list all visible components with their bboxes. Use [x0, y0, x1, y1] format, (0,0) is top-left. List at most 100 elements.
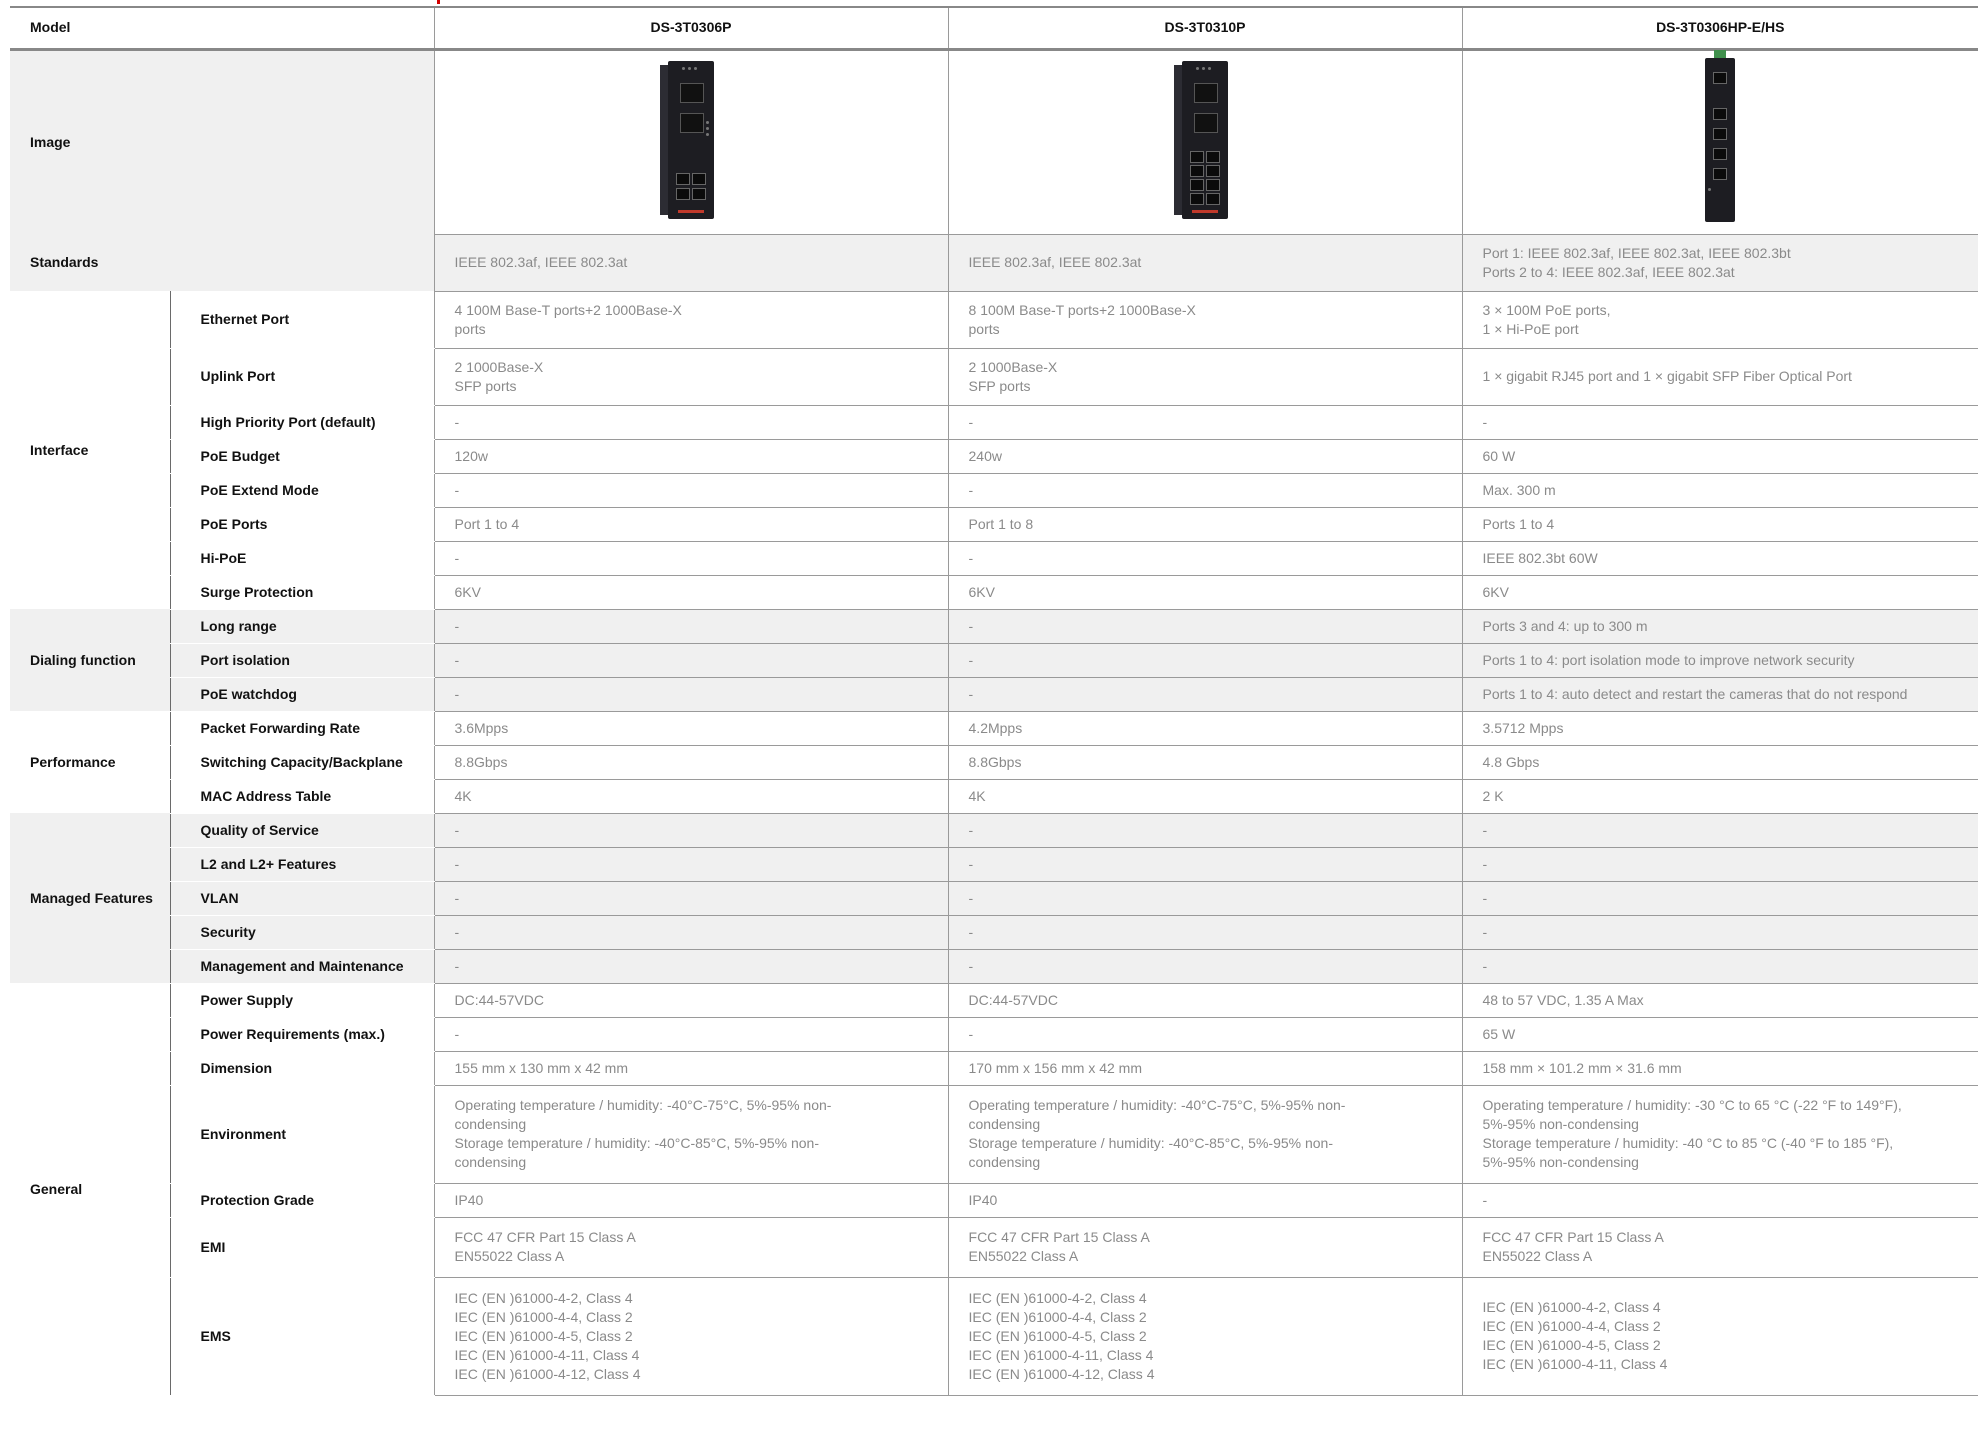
protection-grade-label: Protection Grade [169, 1183, 435, 1218]
port-isolation-value-1: - [433, 643, 949, 678]
poe-extend-mode-value-1: - [433, 473, 949, 508]
row-poe-ports: PoE Ports Port 1 to 4 Port 1 to 8 Ports … [10, 507, 1979, 542]
row-packet-forwarding: Performance Packet Forwarding Rate 3.6Mp… [10, 711, 1979, 813]
qos-value-2: - [947, 813, 1463, 848]
security-value-3: - [1461, 915, 1979, 950]
environment-value-1: Operating temperature / humidity: -40°C-… [433, 1085, 949, 1184]
row-ethernet-port: Interface Ethernet Port 4 100M Base-T po… [10, 291, 1979, 609]
hi-poe-value-1: - [433, 541, 949, 576]
dimension-value-1: 155 mm x 130 mm x 42 mm [433, 1051, 949, 1086]
mgmt-value-2: - [947, 949, 1463, 984]
switching-capacity-label: Switching Capacity/Backplane [169, 745, 435, 780]
environment-value-3: Operating temperature / humidity: -30 °C… [1461, 1085, 1979, 1184]
port-isolation-value-3: Ports 1 to 4: port isolation mode to imp… [1461, 643, 1979, 678]
product-image-2 [947, 49, 1463, 235]
performance-group-label: Performance [10, 711, 170, 813]
hi-poe-label: Hi-PoE [169, 541, 435, 576]
row-poe-budget: PoE Budget 120w 240w 60 W [10, 439, 1979, 474]
uplink-port-label: Uplink Port [169, 348, 435, 406]
switching-capacity-value-2: 8.8Gbps [947, 745, 1463, 780]
switching-capacity-value-1: 8.8Gbps [433, 745, 949, 780]
packet-forwarding-value-1: 3.6Mpps [433, 711, 949, 746]
row-ems: EMS IEC (EN )61000-4-2, Class 4 IEC (EN … [10, 1277, 1979, 1396]
qos-value-1: - [433, 813, 949, 848]
high-priority-port-value-1: - [433, 405, 949, 440]
qos-value-3: - [1461, 813, 1979, 848]
high-priority-port-value-2: - [947, 405, 1463, 440]
mgmt-label: Management and Maintenance [169, 949, 435, 984]
row-qos: Managed Features Quality of Service - - … [10, 813, 1979, 983]
hi-poe-value-3: IEEE 802.3bt 60W [1461, 541, 1979, 576]
power-supply-value-3: 48 to 57 VDC, 1.35 A Max [1461, 983, 1979, 1018]
environment-label: Environment [169, 1085, 435, 1184]
vlan-value-2: - [947, 881, 1463, 916]
switching-capacity-value-3: 4.8 Gbps [1461, 745, 1979, 780]
port-isolation-label: Port isolation [169, 643, 435, 678]
packet-forwarding-label: Packet Forwarding Rate [169, 711, 435, 746]
surge-protection-value-1: 6KV [433, 575, 949, 610]
security-label: Security [169, 915, 435, 950]
vlan-label: VLAN [169, 881, 435, 916]
poe-watchdog-label: PoE watchdog [169, 677, 435, 712]
poe-extend-mode-value-3: Max. 300 m [1461, 473, 1979, 508]
model-name-3: DS-3T0306HP-E/HS [1461, 6, 1979, 51]
spec-comparison-table: Model DS-3T0306P DS-3T0310P DS-3T0306HP-… [10, 6, 1979, 1396]
power-req-value-3: 65 W [1461, 1017, 1979, 1052]
row-environment: Environment Operating temperature / humi… [10, 1085, 1979, 1184]
poe-budget-value-3: 60 W [1461, 439, 1979, 474]
image-row: Image [10, 49, 1979, 235]
row-poe-watchdog: PoE watchdog - - Ports 1 to 4: auto dete… [10, 677, 1979, 712]
power-req-value-2: - [947, 1017, 1463, 1052]
interface-group-label: Interface [10, 291, 170, 609]
standards-value-1: IEEE 802.3af, IEEE 802.3at [433, 234, 949, 292]
ems-value-3: IEC (EN )61000-4-2, Class 4 IEC (EN )610… [1461, 1277, 1979, 1396]
surge-protection-label: Surge Protection [169, 575, 435, 610]
packet-forwarding-value-3: 3.5712 Mpps [1461, 711, 1979, 746]
poe-ports-value-3: Ports 1 to 4 [1461, 507, 1979, 542]
image-label: Image [10, 49, 435, 234]
row-dimension: Dimension 155 mm x 130 mm x 42 mm 170 mm… [10, 1051, 1979, 1086]
port-isolation-value-2: - [947, 643, 1463, 678]
long-range-value-1: - [433, 609, 949, 644]
protection-grade-value-1: IP40 [433, 1183, 949, 1218]
surge-protection-value-2: 6KV [947, 575, 1463, 610]
switch-device-icon [1705, 49, 1736, 222]
emi-value-1: FCC 47 CFR Part 15 Class A EN55022 Class… [433, 1217, 949, 1278]
row-emi: EMI FCC 47 CFR Part 15 Class A EN55022 C… [10, 1217, 1979, 1278]
long-range-value-2: - [947, 609, 1463, 644]
row-port-isolation: Port isolation - - Ports 1 to 4: port is… [10, 643, 1979, 678]
row-l2-features: L2 and L2+ Features - - - [10, 847, 1979, 882]
l2-features-value-2: - [947, 847, 1463, 882]
vlan-value-3: - [1461, 881, 1979, 916]
protection-grade-value-2: IP40 [947, 1183, 1463, 1218]
standards-value-2: IEEE 802.3af, IEEE 802.3at [947, 234, 1463, 292]
poe-ports-value-2: Port 1 to 8 [947, 507, 1463, 542]
poe-budget-value-1: 120w [433, 439, 949, 474]
power-req-label: Power Requirements (max.) [169, 1017, 435, 1052]
ems-value-2: IEC (EN )61000-4-2, Class 4 IEC (EN )610… [947, 1277, 1463, 1396]
red-marker [437, 0, 440, 4]
poe-extend-mode-label: PoE Extend Mode [169, 473, 435, 508]
emi-label: EMI [169, 1217, 435, 1278]
power-supply-value-2: DC:44-57VDC [947, 983, 1463, 1018]
standards-value-3: Port 1: IEEE 802.3af, IEEE 802.3at, IEEE… [1461, 234, 1979, 292]
dialing-group-label: Dialing function [10, 609, 170, 711]
mgmt-value-1: - [433, 949, 949, 984]
switch-device-icon [660, 60, 715, 219]
product-image-3 [1461, 49, 1979, 235]
standards-label: Standards [10, 234, 435, 291]
row-mgmt: Management and Maintenance - - - [10, 949, 1979, 984]
row-switching-capacity: Switching Capacity/Backplane 8.8Gbps 8.8… [10, 745, 1979, 780]
poe-ports-value-1: Port 1 to 4 [433, 507, 949, 542]
row-uplink-port: Uplink Port 2 1000Base-X SFP ports 2 100… [10, 348, 1979, 406]
row-vlan: VLAN - - - [10, 881, 1979, 916]
switch-device-icon [1174, 60, 1229, 219]
long-range-label: Long range [169, 609, 435, 644]
power-req-value-1: - [433, 1017, 949, 1052]
power-supply-label: Power Supply [169, 983, 435, 1018]
poe-watchdog-value-2: - [947, 677, 1463, 712]
ethernet-port-value-3: 3 × 100M PoE ports, 1 × Hi-PoE port [1461, 291, 1979, 349]
ems-label: EMS [169, 1277, 435, 1396]
dimension-label: Dimension [169, 1051, 435, 1086]
row-security: Security - - - [10, 915, 1979, 950]
